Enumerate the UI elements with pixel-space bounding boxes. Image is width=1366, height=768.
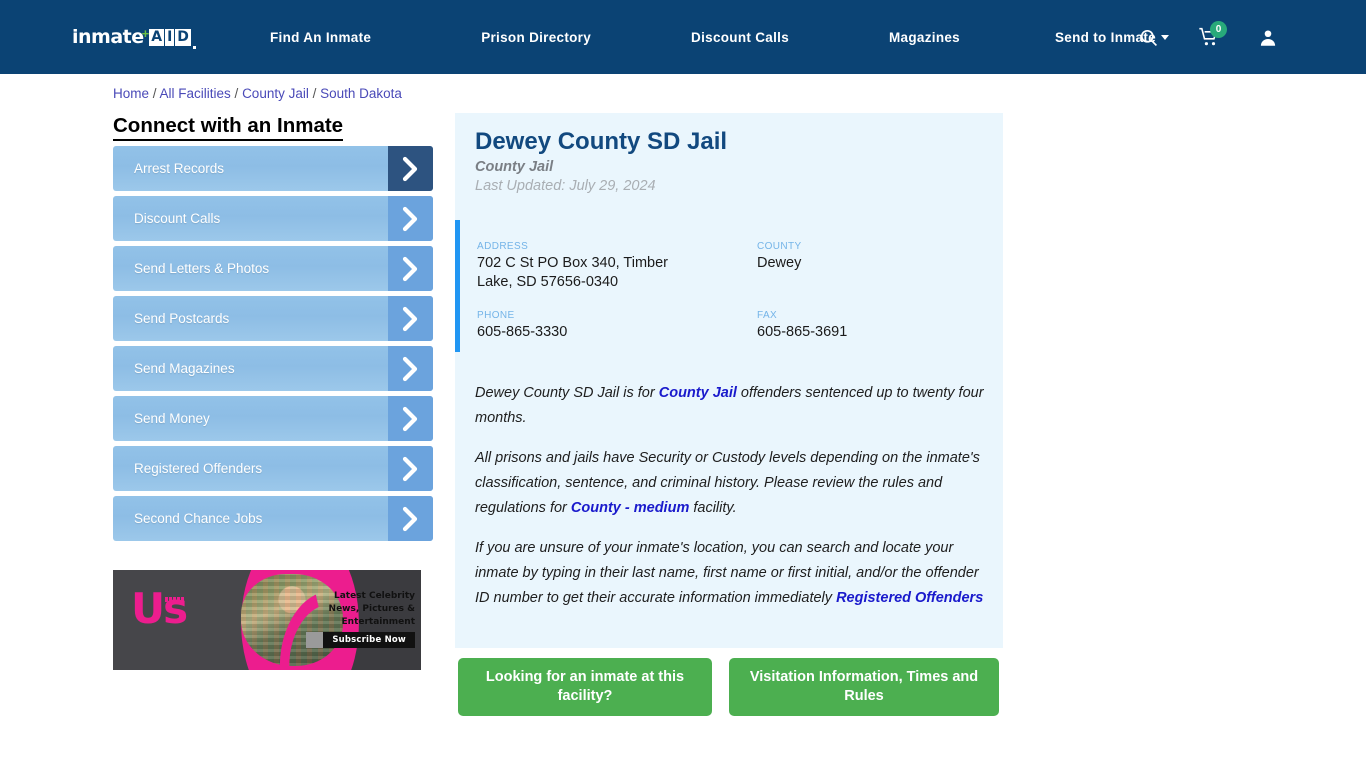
user-icon[interactable] xyxy=(1248,17,1288,57)
nav-item-magazines[interactable]: Magazines xyxy=(889,30,960,45)
link-county-jail[interactable]: County Jail xyxy=(659,385,737,401)
breadcrumb-separator: / xyxy=(308,86,321,101)
breadcrumb-item-home[interactable]: Home xyxy=(113,86,149,101)
sidebar-item-label: Send Letters & Photos xyxy=(134,261,270,276)
accent-bar xyxy=(455,220,460,352)
facility-type: County Jail xyxy=(475,159,554,175)
chevron-right-icon xyxy=(388,296,433,341)
info-cell-fax: FAX 605-865-3691 xyxy=(757,310,997,342)
sidebar-item-label: Second Chance Jobs xyxy=(134,511,263,526)
sidebar-item-label: Registered Offenders xyxy=(134,461,263,476)
breadcrumb-item-county-jail[interactable]: County Jail xyxy=(242,86,309,101)
info-cell-phone: PHONE 605-865-3330 xyxy=(477,310,757,342)
info-value-phone: 605-865-3330 xyxy=(477,324,568,340)
cta-button-row: Looking for an inmate at this facility? … xyxy=(458,658,999,716)
sidebar-item-send-letters-photos[interactable]: Send Letters & Photos xyxy=(113,246,433,291)
logo-dot xyxy=(192,46,196,49)
facility-info-grid: ADDRESS 702 C St PO Box 340, Timber Lake… xyxy=(477,241,997,342)
sidebar-item-label: Discount Calls xyxy=(134,211,221,226)
sidebar-item-registered-offenders[interactable]: Registered Offenders xyxy=(113,446,433,491)
info-cell-county: COUNTY Dewey xyxy=(757,241,997,292)
nav-item-find-an-inmate[interactable]: Find An Inmate xyxy=(270,30,371,45)
link-county-medium[interactable]: County - medium xyxy=(571,500,689,516)
sidebar-item-send-magazines[interactable]: Send Magazines xyxy=(113,346,433,391)
cart-count-badge: 0 xyxy=(1210,21,1227,38)
info-label-address: ADDRESS xyxy=(477,241,529,252)
description-paragraph-2: All prisons and jails have Security or C… xyxy=(475,446,988,521)
paragraph-2-text-b: facility. xyxy=(689,500,737,516)
cart-icon[interactable]: 0 xyxy=(1188,17,1228,57)
logo-aid-boxes: A I D xyxy=(149,28,191,46)
breadcrumb: Home / All Facilities / County Jail / So… xyxy=(113,86,402,101)
description-paragraph-1: Dewey County SD Jail is for County Jail … xyxy=(475,381,988,431)
info-row: PHONE 605-865-3330 FAX 605-865-3691 xyxy=(477,310,997,342)
sidebar-item-label: Arrest Records xyxy=(134,161,225,176)
sidebar-item-label: Send Postcards xyxy=(134,311,230,326)
info-label-phone: PHONE xyxy=(477,310,515,321)
sidebar-item-discount-calls[interactable]: Discount Calls xyxy=(113,196,433,241)
chevron-right-icon xyxy=(388,146,433,191)
search-icon[interactable] xyxy=(1128,17,1168,57)
info-value-county: Dewey xyxy=(757,255,802,271)
breadcrumb-item-south-dakota[interactable]: South Dakota xyxy=(320,86,402,101)
logo-plus-icon: + xyxy=(141,26,150,41)
visitation-information-button[interactable]: Visitation Information, Times and Rules xyxy=(729,658,999,716)
chevron-right-icon xyxy=(388,496,433,541)
info-value-fax: 605-865-3691 xyxy=(757,324,848,340)
description-paragraph-3: If you are unsure of your inmate's locat… xyxy=(475,536,988,611)
logo-letter-a: A xyxy=(149,28,165,46)
sidebar-item-send-postcards[interactable]: Send Postcards xyxy=(113,296,433,341)
facility-info-block: ADDRESS 702 C St PO Box 340, Timber Lake… xyxy=(455,220,1003,355)
facility-panel: Dewey County SD Jail County Jail Last Up… xyxy=(455,113,1003,648)
advertisement-banner[interactable]: Us Latest Celebrity News, Pictures & Ent… xyxy=(113,570,421,670)
ad-logo: Us xyxy=(131,584,188,633)
sidebar-item-label: Send Money xyxy=(134,411,210,426)
breadcrumb-item-all-facilities[interactable]: All Facilities xyxy=(160,86,231,101)
logo-letter-d: D xyxy=(175,28,191,46)
sidebar-menu: Arrest Records Discount Calls Send Lette… xyxy=(113,146,433,546)
nav-icon-group: 0 xyxy=(1128,0,1366,74)
breadcrumb-separator: / xyxy=(149,86,160,101)
ad-headline: Latest Celebrity News, Pictures & Entert… xyxy=(328,591,415,627)
info-label-county: COUNTY xyxy=(757,241,802,252)
logo-word-inmate: inmate xyxy=(72,26,144,48)
top-navbar: inmate + A I D Find An Inmate Prison Dir… xyxy=(0,0,1366,74)
logo-letter-i: I xyxy=(165,28,175,46)
sidebar-item-label: Send Magazines xyxy=(134,361,235,376)
sidebar-item-second-chance-jobs[interactable]: Second Chance Jobs xyxy=(113,496,433,541)
sidebar-heading: Connect with an Inmate xyxy=(113,114,344,141)
facility-description: Dewey County SD Jail is for County Jail … xyxy=(475,381,988,611)
sidebar-item-send-money[interactable]: Send Money xyxy=(113,396,433,441)
info-cell-address: ADDRESS 702 C St PO Box 340, Timber Lake… xyxy=(477,241,757,292)
link-registered-offenders[interactable]: Registered Offenders xyxy=(836,590,983,606)
chevron-right-icon xyxy=(388,196,433,241)
info-value-address: 702 C St PO Box 340, Timber Lake, SD 576… xyxy=(477,255,669,290)
chevron-right-icon xyxy=(388,346,433,391)
site-logo[interactable]: inmate + A I D xyxy=(72,24,196,50)
sidebar-item-arrest-records[interactable]: Arrest Records xyxy=(113,146,433,191)
info-row: ADDRESS 702 C St PO Box 340, Timber Lake… xyxy=(477,241,997,292)
chevron-right-icon xyxy=(388,246,433,291)
info-label-fax: FAX xyxy=(757,310,778,321)
nav-item-discount-calls[interactable]: Discount Calls xyxy=(691,30,789,45)
chevron-right-icon xyxy=(388,446,433,491)
breadcrumb-separator: / xyxy=(230,86,243,101)
looking-for-inmate-button[interactable]: Looking for an inmate at this facility? xyxy=(458,658,712,716)
nav-item-prison-directory[interactable]: Prison Directory xyxy=(481,30,591,45)
chevron-right-icon xyxy=(388,396,433,441)
nav-links: Find An Inmate Prison Directory Discount… xyxy=(250,0,1169,74)
last-updated-text: Last Updated: July 29, 2024 xyxy=(475,178,656,194)
page-title: Dewey County SD Jail xyxy=(475,128,728,155)
ad-subscribe-button[interactable]: Subscribe Now xyxy=(306,632,415,648)
ad-logo-subtext xyxy=(165,597,184,602)
paragraph-1-text-a: Dewey County SD Jail is for xyxy=(475,385,659,401)
